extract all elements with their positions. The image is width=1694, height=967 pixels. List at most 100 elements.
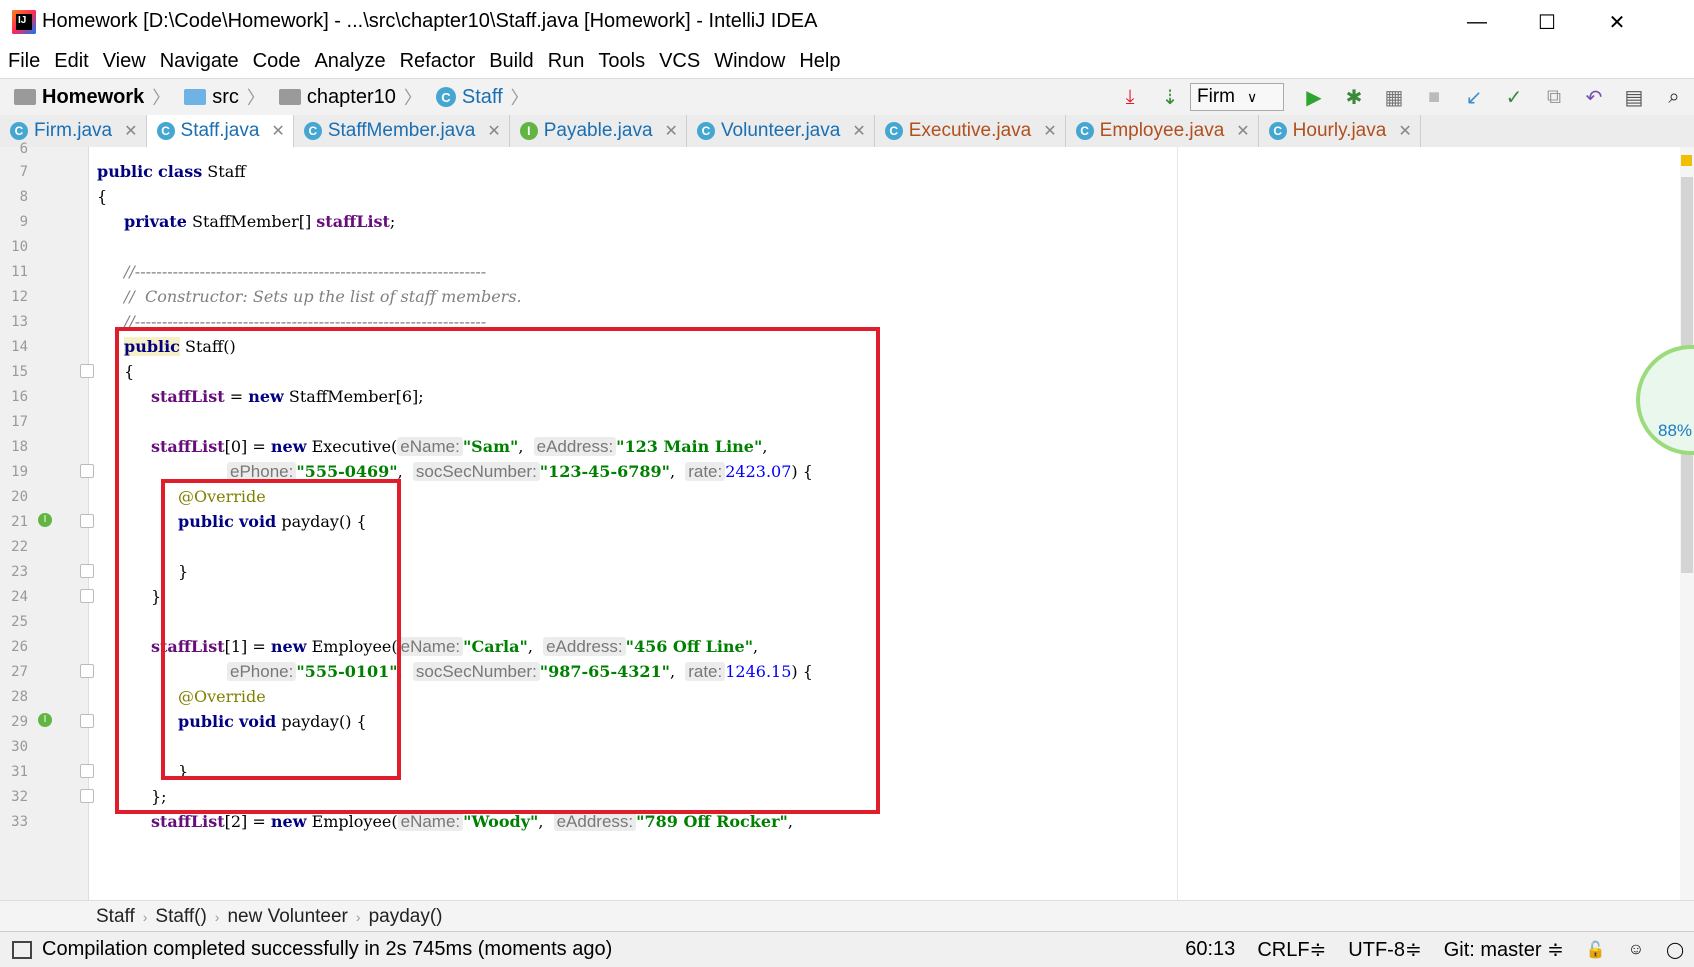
revert-icon[interactable]: ↶ bbox=[1580, 83, 1608, 111]
breadcrumb-item[interactable]: new Volunteer bbox=[227, 906, 347, 928]
tab-staff[interactable]: C Staff.java ✕ bbox=[146, 115, 294, 147]
speed-percent: 88% bbox=[1658, 421, 1693, 440]
implements-icon[interactable]: I bbox=[38, 713, 52, 727]
interface-icon: I bbox=[519, 122, 538, 140]
vcs-branch[interactable]: Git: master ≑ bbox=[1444, 937, 1564, 962]
line-number: 24 bbox=[11, 589, 28, 605]
search-icon[interactable]: ⌕ bbox=[1660, 83, 1688, 111]
event-log-icon[interactable]: ◯ bbox=[1666, 940, 1684, 960]
breadcrumb-item[interactable]: payday() bbox=[369, 906, 443, 928]
menu-run[interactable]: Run bbox=[540, 50, 591, 73]
class-icon: C bbox=[10, 122, 28, 140]
menu-analyze[interactable]: Analyze bbox=[306, 50, 391, 73]
vcs-update-icon[interactable]: ↙ bbox=[1460, 83, 1488, 111]
run-config-select[interactable]: Firm ∨ bbox=[1190, 83, 1284, 111]
nav-src[interactable]: src 〉 bbox=[170, 84, 265, 110]
code-editor[interactable]: 6 7 8 9 10 11 12 13 14 15 16 17 18 19 20… bbox=[0, 141, 1694, 900]
line-number: 30 bbox=[11, 739, 28, 755]
nav-project[interactable]: Homework 〉 bbox=[0, 84, 170, 110]
menu-refactor[interactable]: Refactor bbox=[392, 50, 482, 73]
close-button[interactable]: ✕ bbox=[1587, 6, 1647, 38]
line-number: 7 bbox=[19, 164, 28, 180]
tab-employee[interactable]: C Employee.java ✕ bbox=[1066, 115, 1259, 147]
inspector-icon[interactable]: ☺ bbox=[1628, 941, 1644, 959]
menu-vcs[interactable]: VCS bbox=[651, 50, 706, 73]
tab-hourly[interactable]: C Hourly.java ✕ bbox=[1259, 115, 1421, 147]
speed-widget[interactable]: 88% bbox=[1636, 345, 1694, 455]
menu-build[interactable]: Build bbox=[481, 50, 539, 73]
code-line-8: { bbox=[97, 184, 107, 209]
menu-code[interactable]: Code bbox=[245, 50, 307, 73]
main-toolbar: ⤓ ⇣ Firm ∨ ▶ ✱ ▦ ■ ↙ ✓ ⧉ ↶ ▤ ⌕ bbox=[1110, 79, 1694, 115]
nav-class-label: Staff bbox=[461, 85, 503, 108]
nav-package[interactable]: chapter10 〉 bbox=[265, 84, 422, 110]
menu-file[interactable]: File bbox=[0, 50, 46, 73]
line-number: 15 bbox=[11, 364, 28, 380]
vcs-commit-icon[interactable]: ✓ bbox=[1500, 83, 1528, 111]
run-config-label: Firm bbox=[1197, 86, 1235, 107]
run-icon[interactable]: ▶ bbox=[1300, 83, 1328, 111]
nav-class[interactable]: C Staff 〉 bbox=[422, 84, 529, 110]
close-tab-icon[interactable]: ✕ bbox=[271, 121, 284, 141]
tab-payable[interactable]: I Payable.java ✕ bbox=[510, 115, 687, 147]
update-project-icon[interactable]: ⤓ bbox=[1116, 83, 1144, 111]
field-name: staffList bbox=[151, 812, 225, 831]
line-number: 25 bbox=[11, 614, 28, 630]
fold-marker-icon[interactable] bbox=[80, 764, 94, 778]
status-bar: Compilation completed successfully in 2s… bbox=[0, 931, 1694, 967]
line-number: 18 bbox=[11, 439, 28, 455]
debug-icon[interactable]: ✱ bbox=[1340, 83, 1368, 111]
coverage-icon[interactable]: ▦ bbox=[1380, 83, 1408, 111]
project-structure-icon[interactable]: ▤ bbox=[1620, 83, 1648, 111]
menu-navigate[interactable]: Navigate bbox=[152, 50, 245, 73]
line-separator[interactable]: CRLF≑ bbox=[1257, 937, 1326, 962]
nav-src-label: src bbox=[212, 85, 239, 108]
menu-edit[interactable]: Edit bbox=[46, 50, 94, 73]
close-tab-icon[interactable]: ✕ bbox=[1236, 121, 1249, 141]
close-tab-icon[interactable]: ✕ bbox=[852, 121, 865, 141]
vcs-history-icon[interactable]: ⧉ bbox=[1540, 83, 1568, 111]
fold-marker-icon[interactable] bbox=[80, 364, 94, 378]
string-literal: "Woody" bbox=[463, 812, 539, 831]
stop-icon[interactable]: ■ bbox=[1420, 83, 1448, 111]
fold-marker-icon[interactable] bbox=[80, 664, 94, 678]
chevron-down-icon: ∨ bbox=[1246, 88, 1258, 105]
breadcrumb-item[interactable]: Staff bbox=[96, 906, 135, 928]
close-tab-icon[interactable]: ✕ bbox=[124, 121, 137, 141]
close-tab-icon[interactable]: ✕ bbox=[1398, 121, 1411, 141]
lock-icon[interactable]: 🔓 bbox=[1586, 940, 1606, 960]
keyword: public bbox=[97, 162, 153, 181]
tab-executive[interactable]: C Executive.java ✕ bbox=[875, 115, 1066, 147]
editor-scrollbar[interactable] bbox=[1680, 147, 1694, 900]
maximize-button[interactable]: ☐ bbox=[1517, 6, 1577, 38]
fold-marker-icon[interactable] bbox=[80, 789, 94, 803]
right-margin-guide bbox=[1177, 147, 1178, 900]
caret-position[interactable]: 60:13 bbox=[1185, 938, 1235, 961]
implements-icon[interactable]: I bbox=[38, 513, 52, 527]
close-tab-icon[interactable]: ✕ bbox=[665, 121, 678, 141]
tool-windows-icon[interactable] bbox=[12, 940, 32, 959]
fold-marker-icon[interactable] bbox=[80, 464, 94, 478]
minimize-button[interactable]: — bbox=[1447, 6, 1507, 38]
fold-marker-icon[interactable] bbox=[80, 564, 94, 578]
editor-gutter[interactable]: 6 7 8 9 10 11 12 13 14 15 16 17 18 19 20… bbox=[0, 141, 94, 900]
breadcrumb-item[interactable]: Staff() bbox=[155, 906, 206, 928]
menu-tools[interactable]: Tools bbox=[590, 50, 651, 73]
tab-volunteer[interactable]: C Volunteer.java ✕ bbox=[687, 115, 875, 147]
fold-marker-icon[interactable] bbox=[80, 714, 94, 728]
menu-window[interactable]: Window bbox=[706, 50, 791, 73]
sort-icon[interactable]: ⇣ bbox=[1156, 83, 1184, 111]
close-tab-icon[interactable]: ✕ bbox=[1043, 121, 1056, 141]
comma: , bbox=[538, 812, 544, 831]
menu-view[interactable]: View bbox=[95, 50, 152, 73]
line-number: 31 bbox=[11, 764, 28, 780]
file-encoding[interactable]: UTF-8≑ bbox=[1348, 937, 1421, 962]
fold-marker-icon[interactable] bbox=[80, 514, 94, 528]
close-tab-icon[interactable]: ✕ bbox=[487, 121, 500, 141]
fold-marker-icon[interactable] bbox=[80, 589, 94, 603]
tab-staffmember[interactable]: C StaffMember.java ✕ bbox=[294, 115, 510, 147]
status-message[interactable]: Compilation completed successfully in 2s… bbox=[42, 938, 612, 961]
menu-help[interactable]: Help bbox=[791, 50, 846, 73]
warning-marker-icon[interactable] bbox=[1681, 155, 1692, 166]
title-bar: IJ Homework [D:\Code\Homework] - ...\src… bbox=[0, 0, 1694, 44]
